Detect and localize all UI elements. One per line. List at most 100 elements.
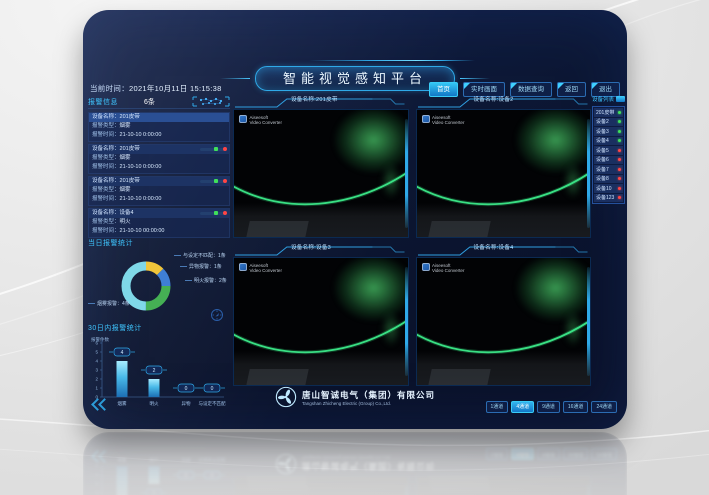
watermark-line1: Aiseesoft <box>250 263 269 268</box>
video-feed[interactable]: AiseesoftVideo Converter <box>233 257 409 386</box>
axis-tick-label: 5 <box>95 350 98 355</box>
device-list-item[interactable]: 设备6 <box>594 156 623 165</box>
device-list-panel: 设备列表 201皮带 设备2 设备3 设备4 设备5 设备6 设备7 设备8 设… <box>592 95 625 204</box>
alarm-type: 烟雾 <box>120 187 131 193</box>
field-label: 报警时间： <box>92 164 120 170</box>
video-edge-accent <box>405 119 408 228</box>
device-name: 设备4 <box>596 137 609 144</box>
video-feed[interactable]: AiseesoftVideo Converter <box>233 109 409 238</box>
device-name: 201皮带 <box>596 109 614 116</box>
device-list-item[interactable]: 设备3 <box>594 127 623 136</box>
nav-button[interactable]: 首页 <box>429 82 458 97</box>
donut-label: 烟雾报警：4条 <box>88 300 130 307</box>
device-name: 设备5 <box>596 147 609 154</box>
alarm-slider[interactable] <box>200 212 226 215</box>
video-panel-title: 设备名称:设备2 <box>474 95 514 103</box>
alarm-type: 烟雾 <box>120 155 131 161</box>
status-dot <box>618 196 621 199</box>
channel-button[interactable]: 24通道 <box>591 401 617 413</box>
video-grid: 设备名称:201皮带 AiseesoftVideo Converter <box>233 96 591 386</box>
status-dot <box>618 139 621 142</box>
video-silhouette <box>246 369 308 386</box>
video-panel[interactable]: 设备名称:201皮带 AiseesoftVideo Converter <box>233 96 409 238</box>
video-panel[interactable]: 设备名称:设备4 AiseesoftVideo Converter <box>416 244 592 386</box>
status-dot <box>618 187 621 190</box>
field-label: 报警时间： <box>92 228 120 234</box>
bar-category-label: 异物 <box>182 400 191 407</box>
watermark-line1: Aiseesoft <box>432 263 451 268</box>
device-list-tab[interactable] <box>616 96 625 102</box>
watermark-line2: Video Converter <box>432 120 464 125</box>
device-list-item[interactable]: 设备5 <box>594 146 623 155</box>
channel-button[interactable]: 1通道 <box>486 401 509 413</box>
dashboard: 当前时间：2021年10月11日 15:15:38 智能视觉感知平台 首页 实时… <box>83 10 627 429</box>
status-dot <box>618 120 621 123</box>
device-list-item[interactable]: 201皮带 <box>594 108 623 117</box>
time-value: 2021年10月11日 15:15:38 <box>129 84 222 93</box>
channel-button[interactable]: 4通道 <box>511 401 534 413</box>
device-list-item[interactable]: 设备7 <box>594 165 623 174</box>
alarm-item[interactable]: 设备名称：设备4 报警类型：明火 报警时间：21-10-10 00:00:00 <box>88 208 230 238</box>
field-label: 设备名称： <box>92 178 120 184</box>
alarm-type: 明火 <box>120 219 131 225</box>
watermark: AiseesoftVideo Converter <box>422 115 465 126</box>
watermark-line1: Aiseesoft <box>432 115 451 120</box>
alarm-panel: 报警信息 6条 设备名称：201皮带 报警类型：烟雾 报警时间：21-10-10… <box>88 95 230 240</box>
watermark-logo-icon <box>422 263 430 271</box>
status-dot <box>618 168 621 171</box>
device-name: 设备6 <box>596 156 609 163</box>
bar-value: 4 <box>121 350 124 356</box>
today-alarm-stats: 当日报警统计 与设定不匹配：1条异物报警：1条明火报警：2条烟雾报警：4条 <box>88 238 230 334</box>
watermark-logo-icon <box>239 263 247 271</box>
page-title: 智能视觉感知平台 <box>255 66 455 91</box>
donut-label: 异物报警：1条 <box>180 263 222 270</box>
watermark: AiseesoftVideo Converter <box>239 263 282 274</box>
nav-button[interactable]: 数据查询 <box>510 82 552 97</box>
alarm-count: 6条 <box>144 97 155 107</box>
alarm-time: 21-10-10 0:00:00 <box>120 196 162 202</box>
bar <box>117 361 128 397</box>
device-list: 201皮带 设备2 设备3 设备4 设备5 设备6 设备7 设备8 设备10 设… <box>592 106 625 204</box>
axis-tick-label: 4 <box>95 359 98 364</box>
bar-ylabel: 报警件数 <box>91 336 109 343</box>
status-dot <box>618 158 621 161</box>
alarm-slider[interactable] <box>200 148 226 151</box>
time-label: 当前时间： <box>90 84 129 93</box>
field-label: 报警类型： <box>92 155 120 161</box>
watermark-logo-icon <box>422 115 430 123</box>
bar-value: 0 <box>185 386 188 392</box>
watermark-line1: Aiseesoft <box>250 115 269 120</box>
axis-tick-label: 1 <box>95 386 98 391</box>
device-list-item[interactable]: 设备123 <box>594 194 623 203</box>
axis-tick-label: 2 <box>95 377 98 382</box>
company-name-cn: 唐山智诚电气（集团）有限公司 <box>302 389 435 401</box>
monthly-stats-title: 30日内报警统计 <box>88 323 230 333</box>
alarm-type: 烟雾 <box>120 123 131 129</box>
alarm-item[interactable]: 设备名称：201皮带 报警类型：烟雾 报警时间：21-10-10 0:00:00 <box>88 176 230 206</box>
video-panel-title: 设备名称:201皮带 <box>291 95 338 103</box>
video-panel[interactable]: 设备名称:设备2 AiseesoftVideo Converter <box>416 96 592 238</box>
video-panel[interactable]: 设备名称:设备3 AiseesoftVideo Converter <box>233 244 409 386</box>
field-label: 报警时间： <box>92 132 120 138</box>
company-name-en: Tangshan Zhicheng Electric (Group) Co.,L… <box>302 401 435 406</box>
video-edge-accent <box>405 267 408 376</box>
video-feed[interactable]: AiseesoftVideo Converter <box>416 109 592 238</box>
channel-button[interactable]: 16通道 <box>563 401 589 413</box>
video-silhouette <box>429 369 491 386</box>
watermark-line2: Video Converter <box>250 120 282 125</box>
device-list-item[interactable]: 设备4 <box>594 137 623 146</box>
device-name: 设备3 <box>596 128 609 135</box>
channel-button[interactable]: 9通道 <box>537 401 560 413</box>
alarm-item[interactable]: 设备名称：201皮带 报警类型：烟雾 报警时间：21-10-10 0:00:00 <box>88 144 230 174</box>
alarm-slider[interactable] <box>200 180 226 183</box>
video-feed[interactable]: AiseesoftVideo Converter <box>416 257 592 386</box>
alarm-time: 21-10-10 00:00:00 <box>120 228 165 234</box>
device-list-item[interactable]: 设备2 <box>594 118 623 127</box>
channel-switcher: 1通道 4通道 9通道 16通道 24通道 <box>486 401 617 413</box>
nav-button[interactable]: 返回 <box>557 82 586 97</box>
device-list-item[interactable]: 设备10 <box>594 184 623 193</box>
alarm-device: 设备4 <box>120 210 134 216</box>
device-list-item[interactable]: 设备8 <box>594 175 623 184</box>
device-name: 设备123 <box>596 194 614 201</box>
alarm-item[interactable]: 设备名称：201皮带 报警类型：烟雾 报警时间：21-10-10 0:00:00 <box>88 112 230 142</box>
